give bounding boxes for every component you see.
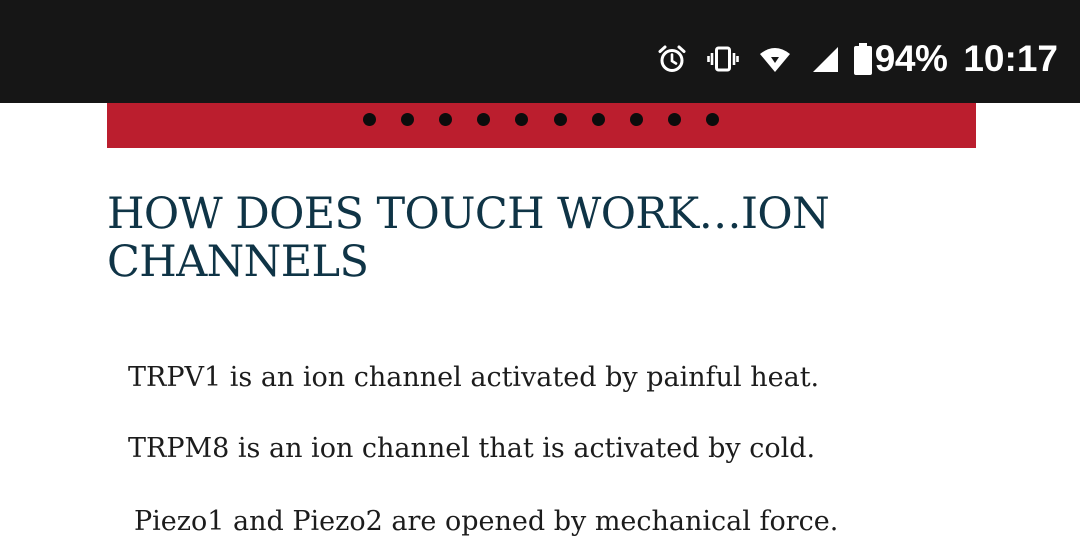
slide-dot[interactable] xyxy=(515,113,529,126)
paragraph-trpm8: TRPM8 is an ion channel that is activate… xyxy=(128,433,816,464)
vibrate-icon xyxy=(706,45,739,73)
status-bar: 94% 10:17 xyxy=(0,0,1080,103)
slide-dot[interactable] xyxy=(668,113,682,126)
slide-dot[interactable] xyxy=(591,113,605,126)
battery-icon xyxy=(853,43,873,75)
alarm-icon xyxy=(657,44,687,74)
slide-dot[interactable] xyxy=(438,113,452,126)
slide-dot[interactable] xyxy=(362,113,376,126)
slide-dot[interactable] xyxy=(400,113,414,126)
page-title: HOW DOES TOUCH WORK…ION CHANNELS xyxy=(107,189,830,287)
slide-dot[interactable] xyxy=(553,113,567,126)
paragraph-piezo: Piezo1 and Piezo2 are opened by mechanic… xyxy=(134,506,839,537)
cell-signal-icon xyxy=(811,45,839,73)
wifi-icon xyxy=(759,45,791,73)
slideshow-banner[interactable] xyxy=(107,103,976,148)
clock: 10:17 xyxy=(963,38,1058,79)
slide-dot[interactable] xyxy=(629,113,643,126)
battery-percent: 94% xyxy=(874,38,948,79)
status-icons: 94% 10:17 xyxy=(657,36,1058,82)
slide-dot[interactable] xyxy=(477,113,491,126)
slide-dot[interactable] xyxy=(706,113,720,126)
slide-indicator-dots xyxy=(107,103,976,148)
paragraph-trpv1: TRPV1 is an ion channel activated by pai… xyxy=(128,362,820,393)
